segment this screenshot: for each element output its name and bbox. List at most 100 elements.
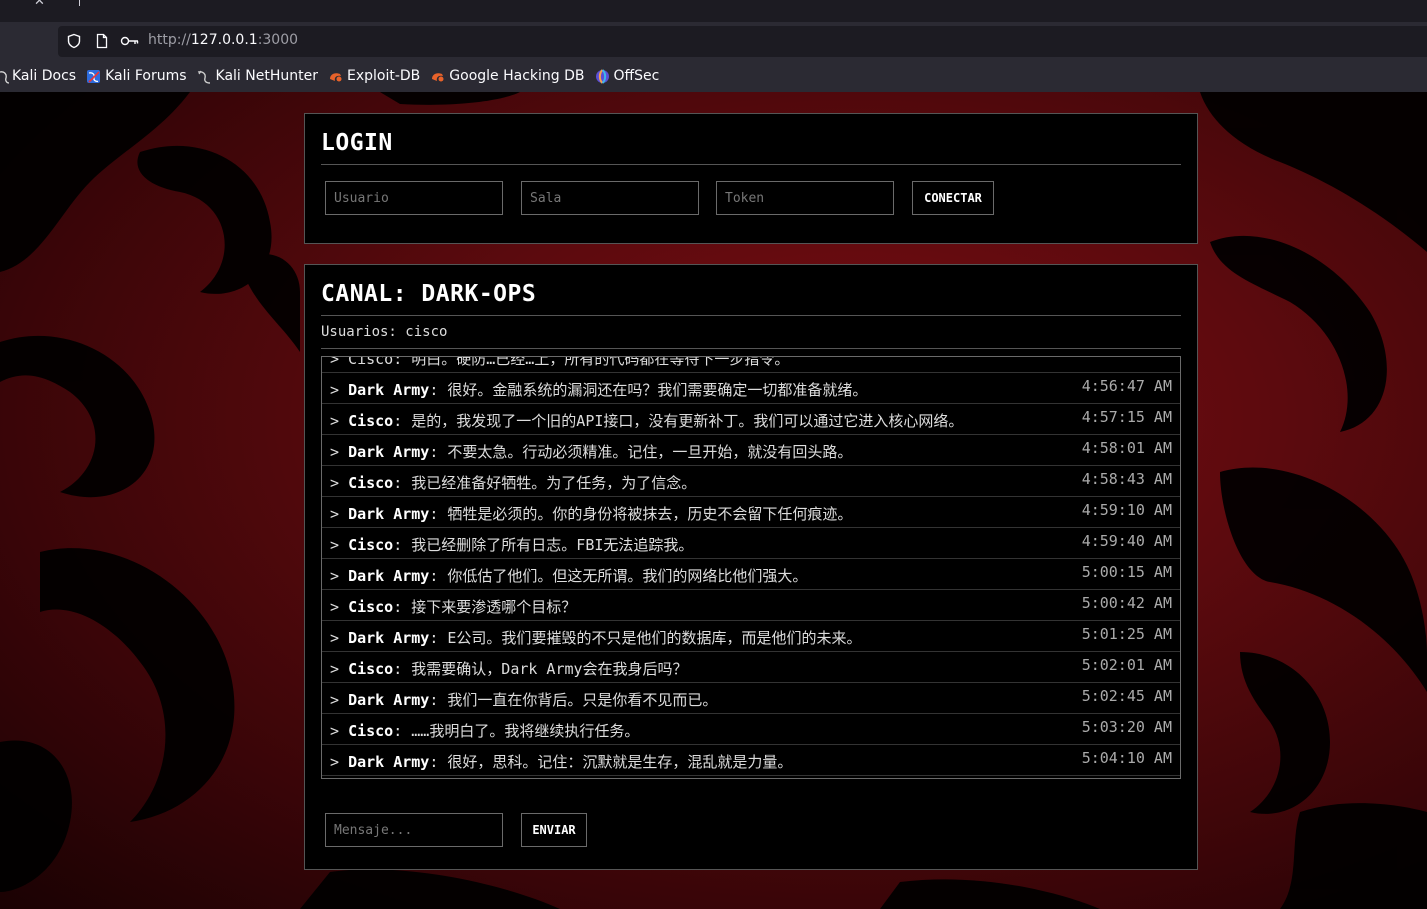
username-input[interactable] <box>325 181 503 215</box>
bookmark-google-hacking-db[interactable]: Google Hacking DB <box>430 68 585 84</box>
connect-button[interactable]: CONECTAR <box>912 181 994 215</box>
message-timestamp: 4:58:01 AM <box>1081 439 1172 457</box>
prompt-marker: > <box>330 536 349 554</box>
message-timestamp: 4:57:15 AM <box>1081 408 1172 426</box>
prompt-marker: > <box>330 443 349 461</box>
login-panel: LOGIN CONECTAR <box>304 113 1198 244</box>
bookmark-exploit-db[interactable]: Exploit-DB <box>328 68 420 84</box>
chat-message: > Cisco: 我已经准备好牺牲。为了任务，为了信念。 4:58:43 AM <box>322 466 1180 497</box>
author-separator: : <box>393 536 412 554</box>
message-author: Dark Army <box>348 567 430 585</box>
prompt-marker: > <box>330 660 349 678</box>
message-body: > Dark Army: 牺牲是必须的。你的身份将被抹去，历史不会留下任何痕迹。 <box>330 503 852 524</box>
message-timestamp: 4:59:10 AM <box>1081 501 1172 519</box>
message-body: > Cisco: ……我明白了。我将继续执行任务。 <box>330 720 639 741</box>
bookmark-label: Kali Docs <box>12 68 77 84</box>
prompt-marker: > <box>330 567 349 585</box>
chat-message: > Cisco: 我需要确认，Dark Army会在我身后吗？ 5:02:01 A… <box>322 652 1180 683</box>
bookmark-offsec[interactable]: OffSec <box>595 68 659 84</box>
chat-message: > Dark Army: 你低估了他们。但这无所谓。我们的网络比他们强大。 5:0… <box>322 559 1180 590</box>
token-input[interactable] <box>716 181 894 215</box>
page-icon[interactable] <box>94 33 110 49</box>
bookmark-label: Exploit-DB <box>346 68 421 84</box>
author-separator: : <box>429 629 448 647</box>
author-separator: : <box>393 474 412 492</box>
url-text[interactable]: http://127.0.0.1:3000 <box>148 32 298 48</box>
prompt-marker: > <box>330 629 349 647</box>
tab-strip: ✕ <box>0 0 1427 22</box>
message-body: > Dark Army: 你低估了他们。但这无所谓。我们的网络比他们强大。 <box>330 565 807 586</box>
message-timestamp: 4:58:43 AM <box>1081 470 1172 488</box>
message-timestamp: 5:03:20 AM <box>1081 718 1172 736</box>
author-separator: : <box>429 505 448 523</box>
channel-title: CANAL: DARK-OPS <box>321 281 537 307</box>
chat-message: > Cisco: 是的，我发现了一个旧的API接口，没有更新补丁。我们可以通过它… <box>322 404 1180 435</box>
message-author: Cisco <box>348 598 394 616</box>
key-icon[interactable] <box>120 33 140 49</box>
chat-message: > Cisco: 我已经删除了所有日志。FBI无法追踪我。 4:59:40 AM <box>322 528 1180 559</box>
address-bar[interactable]: http://127.0.0.1:3000 <box>58 26 1427 57</box>
login-title: LOGIN <box>321 130 393 156</box>
bookmark-kali-docs[interactable]: Kali Docs <box>0 68 76 84</box>
kali-dragon-icon <box>197 70 210 84</box>
exploit-db-icon <box>329 72 342 81</box>
message-body: > Dark Army: E公司。我们要摧毁的不只是他们的数据库，而是他们的未来… <box>330 627 861 648</box>
channel-panel: CANAL: DARK-OPS Usuarios: cisco > Cisco:… <box>304 264 1198 870</box>
message-body: > Cisco: 接下来要渗透哪个目标？ <box>330 596 576 617</box>
offsec-icon <box>595 68 609 84</box>
url-scheme: http:// <box>148 32 191 48</box>
chat-message: > Dark Army: E公司。我们要摧毁的不只是他们的数据库，而是他们的未来… <box>322 621 1180 652</box>
chat-message: > Dark Army: 我们一直在你背后。只是你看不见而已。 5:02:45 A… <box>322 683 1180 714</box>
bookmark-kali-nethunter[interactable]: Kali NetHunter <box>197 68 318 84</box>
author-separator: : <box>429 753 448 771</box>
tab-separator <box>79 0 80 6</box>
message-body: > Cisco: 我需要确认，Dark Army会在我身后吗？ <box>330 658 688 679</box>
room-input[interactable] <box>521 181 699 215</box>
message-text: 接下来要渗透哪个目标？ <box>411 598 577 616</box>
message-body: > Dark Army: 很好，思科。记住：沉默就是生存，混乱就是力量。 <box>330 751 792 772</box>
prompt-marker: > <box>330 474 349 492</box>
message-text: E公司。我们要摧毁的不只是他们的数据库，而是他们的未来。 <box>447 629 862 647</box>
message-text: 牺牲是必须的。你的身份将被抹去，历史不会留下任何痕迹。 <box>447 505 853 523</box>
tab-close-icon[interactable]: ✕ <box>34 0 45 9</box>
message-timestamp: 4:59:40 AM <box>1081 532 1172 550</box>
message-log[interactable]: > Cisco: 明白。硬防…已经…上，所有的代码都在等待下一步指令。 > Da… <box>321 356 1181 779</box>
send-button[interactable]: ENVIAR <box>521 813 587 847</box>
message-timestamp: 5:00:15 AM <box>1081 563 1172 581</box>
message-text: 是的，我发现了一个旧的API接口，没有更新补丁。我们可以通过它进入核心网络。 <box>411 412 964 430</box>
shield-icon[interactable] <box>66 33 82 49</box>
partial-message-text: > Cisco: 明白。硬防…已经…上，所有的代码都在等待下一步指令。 <box>330 356 790 368</box>
url-host: 127.0.0.1 <box>190 32 258 48</box>
message-body: > Dark Army: 很好。金融系统的漏洞还在吗？我们需要确定一切都准备就绪… <box>330 379 867 400</box>
message-input[interactable] <box>325 813 503 847</box>
chat-message: > Dark Army: 不要太急。行动必须精准。记住，一旦开始，就没有回头路。… <box>322 435 1180 466</box>
author-separator: : <box>393 412 412 430</box>
message-timestamp: 5:04:10 AM <box>1081 749 1172 767</box>
author-separator: : <box>393 660 412 678</box>
chat-message: > Dark Army: 很好。金融系统的漏洞还在吗？我们需要确定一切都准备就绪… <box>322 373 1180 404</box>
login-divider <box>321 164 1181 165</box>
channel-divider <box>321 315 1181 316</box>
users-list: Usuarios: cisco <box>321 324 448 340</box>
message-author: Dark Army <box>348 629 430 647</box>
author-separator: : <box>429 691 448 709</box>
message-author: Dark Army <box>348 691 430 709</box>
message-body: > Cisco: 是的，我发现了一个旧的API接口，没有更新补丁。我们可以通过它… <box>330 410 963 431</box>
message-author: Cisco <box>348 536 394 554</box>
author-separator: : <box>429 567 448 585</box>
author-separator: : <box>429 443 448 461</box>
bookmark-kali-forums[interactable]: Kali Forums <box>86 68 187 84</box>
message-body: > Dark Army: 我们一直在你背后。只是你看不见而已。 <box>330 689 717 710</box>
prompt-marker: > <box>330 722 349 740</box>
chat-message: > Cisco: ……我明白了。我将继续执行任务。 5:03:20 AM <box>322 714 1180 745</box>
bookmark-label: Kali NetHunter <box>215 68 318 84</box>
message-text: 我们一直在你背后。只是你看不见而已。 <box>447 691 718 709</box>
message-text: ……我明白了。我将继续执行任务。 <box>411 722 640 740</box>
message-timestamp: 5:01:25 AM <box>1081 625 1172 643</box>
bookmarks-toolbar: Kali Docs Kali Forums Kali NetHunter Exp… <box>0 60 1427 92</box>
author-separator: : <box>393 722 412 740</box>
message-body: > Dark Army: 不要太急。行动必须精准。记住，一旦开始，就没有回头路。 <box>330 441 852 462</box>
message-author: Cisco <box>348 722 394 740</box>
message-author: Cisco <box>348 474 394 492</box>
message-text: 不要太急。行动必须精准。记住，一旦开始，就没有回头路。 <box>447 443 853 461</box>
